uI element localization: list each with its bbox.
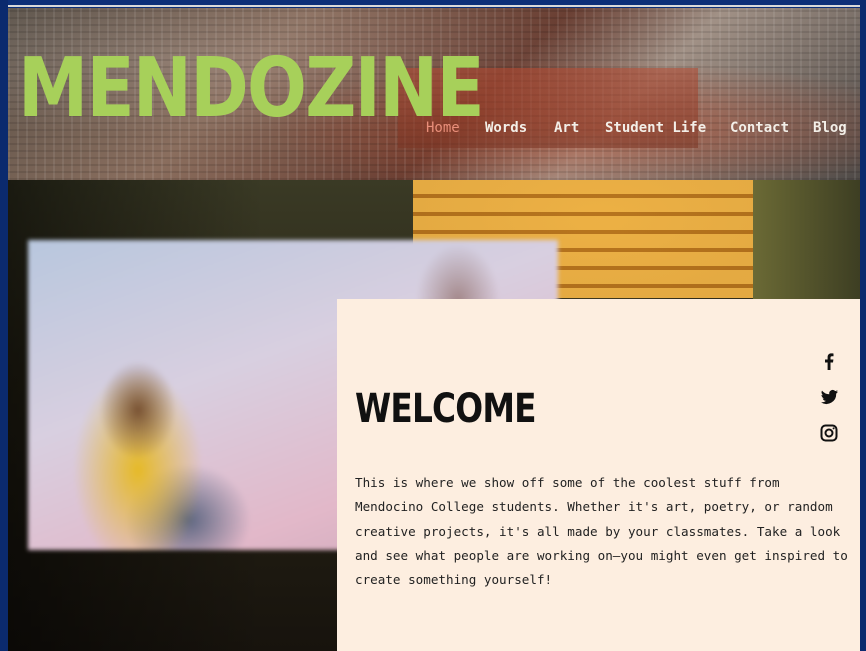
instagram-icon[interactable] <box>817 421 841 445</box>
hero-section: WELCOME This is where we show off some o… <box>8 180 860 651</box>
facebook-icon[interactable] <box>817 349 841 373</box>
main-nav: Home Words Art Student Life Contact Blog <box>418 120 858 142</box>
nav-item-words[interactable]: Words <box>485 120 527 136</box>
nav-item-art[interactable]: Art <box>554 120 579 136</box>
window-frame-left <box>0 0 8 651</box>
twitter-icon[interactable] <box>817 385 841 409</box>
nav-item-blog[interactable]: Blog <box>813 120 847 136</box>
window-frame-line <box>0 5 866 7</box>
welcome-title: WELCOME <box>355 386 537 432</box>
site-logo[interactable]: MENDOZINE <box>18 48 485 130</box>
social-links <box>817 349 841 457</box>
nav-item-student-life[interactable]: Student Life <box>605 120 706 136</box>
welcome-card: WELCOME This is where we show off some o… <box>337 299 860 651</box>
site-header: MENDOZINE Home Words Art Student Life Co… <box>8 8 860 180</box>
nav-item-contact[interactable]: Contact <box>730 120 789 136</box>
welcome-text: This is where we show off some of the co… <box>355 475 848 588</box>
window-frame-right <box>860 0 866 651</box>
nav-item-home[interactable]: Home <box>426 120 460 136</box>
